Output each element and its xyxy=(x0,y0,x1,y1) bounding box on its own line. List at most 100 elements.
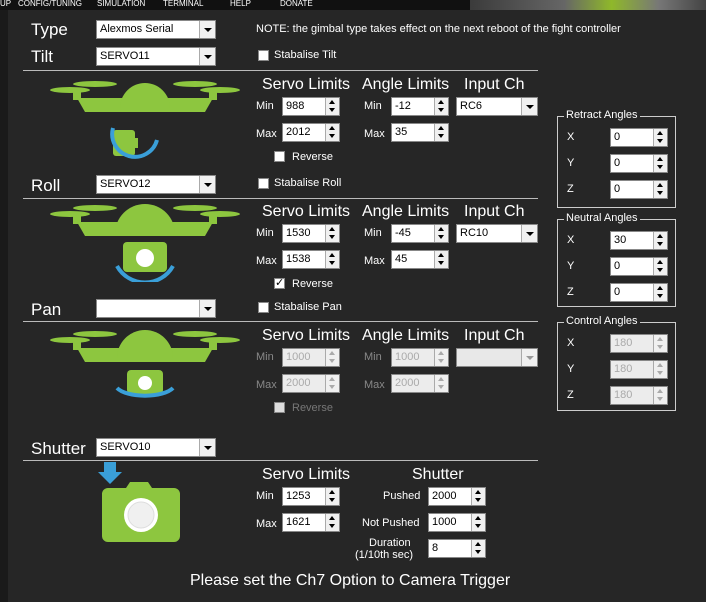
spin-arrows-icon[interactable] xyxy=(653,284,667,301)
spin-arrows-icon[interactable] xyxy=(434,251,448,268)
chevron-down-icon xyxy=(199,176,215,193)
tilt-servo-min-input[interactable]: 988 xyxy=(282,97,340,116)
control-y-input[interactable]: 180 xyxy=(610,360,668,379)
tilt-reverse-checkbox[interactable] xyxy=(274,151,285,162)
neutral-z-value: 0 xyxy=(614,286,621,298)
neutral-z-input[interactable]: 0 xyxy=(610,283,668,302)
tilt-label: Tilt xyxy=(31,47,54,66)
spin-arrows-icon[interactable] xyxy=(325,349,339,366)
retract-x-input[interactable]: 0 xyxy=(610,128,668,147)
tilt-angle-min-input[interactable]: -12 xyxy=(391,97,449,116)
spin-arrows-icon[interactable] xyxy=(325,124,339,141)
shutter-output-select[interactable]: SERVO10 xyxy=(96,438,216,457)
not-pushed-label: Not Pushed xyxy=(362,517,420,529)
divider xyxy=(23,70,538,71)
top-menu-bar: UP CONFIG/TUNING SIMULATION TERMINAL HEL… xyxy=(0,0,706,10)
spin-arrows-icon[interactable] xyxy=(653,258,667,275)
type-select[interactable]: Alexmos Serial xyxy=(96,20,216,39)
spin-arrows-icon[interactable] xyxy=(653,361,667,378)
menu-item-terminal[interactable]: TERMINAL xyxy=(163,0,203,8)
pushed-input[interactable]: 2000 xyxy=(428,487,486,506)
tilt-servo-limits-header: Servo Limits xyxy=(262,76,351,93)
stabilise-tilt-checkbox[interactable] xyxy=(258,50,269,61)
neutral-x-input[interactable]: 30 xyxy=(610,231,668,250)
roll-angle-min-input[interactable]: -45 xyxy=(391,224,449,243)
tilt-angle-max-input[interactable]: 35 xyxy=(391,123,449,142)
menu-item-donate[interactable]: DONATE xyxy=(280,0,313,8)
roll-servo-limits-header: Servo Limits xyxy=(262,203,351,220)
roll-output-select[interactable]: SERVO12 xyxy=(96,175,216,194)
menu-item-simulation[interactable]: SIMULATION xyxy=(97,0,145,8)
spin-arrows-icon[interactable] xyxy=(471,540,485,557)
pan-output-select[interactable] xyxy=(96,299,216,318)
spin-arrows-icon[interactable] xyxy=(325,98,339,115)
chevron-down-icon xyxy=(521,98,537,115)
not-pushed-input[interactable]: 1000 xyxy=(428,513,486,532)
pan-reverse-checkbox[interactable] xyxy=(274,402,285,413)
control-z-input[interactable]: 180 xyxy=(610,386,668,405)
neutral-y-input[interactable]: 0 xyxy=(610,257,668,276)
shutter-servo-min-input[interactable]: 1253 xyxy=(282,487,340,506)
pan-servo-max-value: 2000 xyxy=(286,377,311,389)
retract-angles-title: Retract Angles xyxy=(564,109,640,121)
divider xyxy=(23,321,538,322)
duration-input[interactable]: 8 xyxy=(428,539,486,558)
pan-angle-max-input[interactable]: 2000 xyxy=(391,374,449,393)
roll-servo-min-input[interactable]: 1530 xyxy=(282,224,340,243)
tilt-angle-min-label: Min xyxy=(364,100,382,112)
tilt-output-select[interactable]: SERVO11 xyxy=(96,47,216,66)
spin-arrows-icon[interactable] xyxy=(471,514,485,531)
retract-y-input[interactable]: 0 xyxy=(610,154,668,173)
spin-arrows-icon[interactable] xyxy=(325,488,339,505)
roll-reverse-checkbox[interactable] xyxy=(274,276,285,289)
camera-shutter-image xyxy=(98,462,180,542)
spin-arrows-icon[interactable] xyxy=(653,232,667,249)
pan-input-select[interactable] xyxy=(456,348,538,367)
roll-input-select[interactable]: RC10 xyxy=(456,224,538,243)
roll-servo-max-input[interactable]: 1538 xyxy=(282,250,340,269)
shutter-label: Shutter xyxy=(31,439,86,458)
stabilise-roll-checkbox[interactable] xyxy=(258,178,269,189)
tilt-input-select[interactable]: RC6 xyxy=(456,97,538,116)
shutter-header: Shutter xyxy=(412,466,464,483)
spin-arrows-icon[interactable] xyxy=(434,349,448,366)
chevron-down-icon xyxy=(199,48,215,65)
spin-arrows-icon[interactable] xyxy=(325,514,339,531)
retract-x-label: X xyxy=(567,131,575,143)
pan-servo-max-input[interactable]: 2000 xyxy=(282,374,340,393)
spin-arrows-icon[interactable] xyxy=(325,375,339,392)
spin-arrows-icon[interactable] xyxy=(434,124,448,141)
menu-item-help[interactable]: HELP xyxy=(230,0,251,8)
divider xyxy=(23,460,538,461)
spin-arrows-icon[interactable] xyxy=(434,225,448,242)
divider xyxy=(23,198,538,199)
stabilise-pan-checkbox[interactable] xyxy=(258,302,269,313)
spin-arrows-icon[interactable] xyxy=(653,129,667,146)
spin-arrows-icon[interactable] xyxy=(653,181,667,198)
shutter-servo-max-input[interactable]: 1621 xyxy=(282,513,340,532)
pan-servo-min-input[interactable]: 1000 xyxy=(282,348,340,367)
pan-angle-min-input[interactable]: 1000 xyxy=(391,348,449,367)
spin-arrows-icon[interactable] xyxy=(434,375,448,392)
control-x-label: X xyxy=(567,337,575,349)
spin-arrows-icon[interactable] xyxy=(325,251,339,268)
tilt-servo-max-input[interactable]: 2012 xyxy=(282,123,340,142)
roll-angle-max-input[interactable]: 45 xyxy=(391,250,449,269)
control-x-input[interactable]: 180 xyxy=(610,334,668,353)
spin-arrows-icon[interactable] xyxy=(434,98,448,115)
spin-arrows-icon[interactable] xyxy=(653,387,667,404)
pan-servo-max-label: Max xyxy=(256,379,277,391)
spin-arrows-icon[interactable] xyxy=(653,335,667,352)
menu-item-setup[interactable]: UP xyxy=(0,0,11,8)
spin-arrows-icon[interactable] xyxy=(653,155,667,172)
tilt-reverse-label: Reverse xyxy=(292,151,333,163)
menu-item-config-tuning[interactable]: CONFIG/TUNING xyxy=(18,0,82,8)
shutter-output-value: SERVO10 xyxy=(100,441,151,453)
tilt-gimbal-image xyxy=(50,81,240,159)
tilt-angle-max-label: Max xyxy=(364,128,385,140)
tilt-angle-min-value: -12 xyxy=(395,100,411,112)
spin-arrows-icon[interactable] xyxy=(471,488,485,505)
retract-z-input[interactable]: 0 xyxy=(610,180,668,199)
spin-arrows-icon[interactable] xyxy=(325,225,339,242)
roll-servo-min-value: 1530 xyxy=(286,227,311,239)
